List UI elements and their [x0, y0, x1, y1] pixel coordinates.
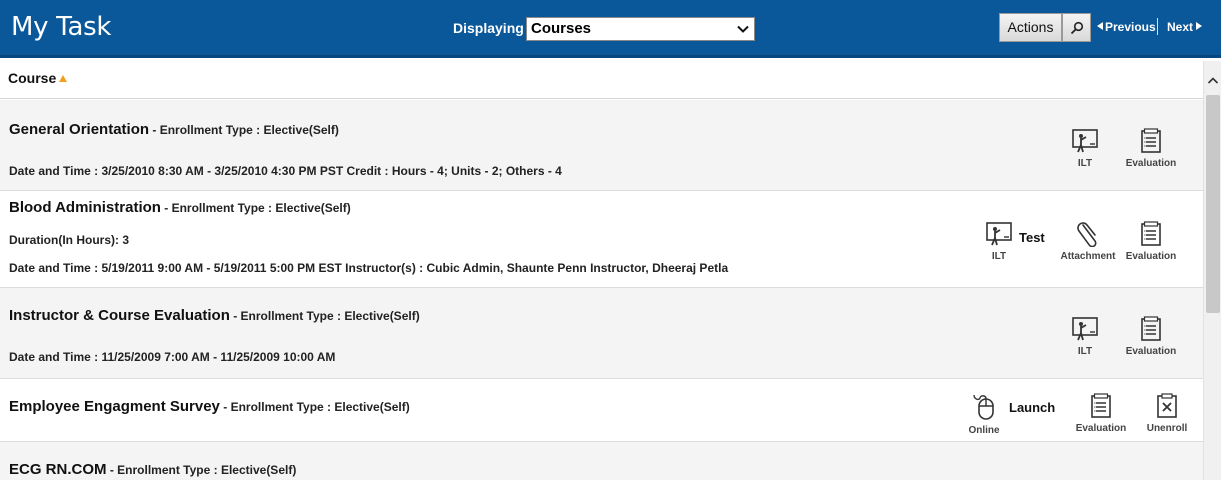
course-row: Employee Engagment Survey - Enrollment T… — [0, 379, 1203, 442]
page-title: My Task — [11, 12, 112, 42]
evaluation-icon — [1141, 316, 1161, 341]
course-column-header[interactable]: Course — [0, 61, 1203, 99]
unenroll-action[interactable]: Unenroll — [1142, 393, 1192, 434]
course-name[interactable]: Employee Engagment Survey — [9, 398, 220, 415]
mouse-icon — [973, 394, 994, 420]
unenroll-label: Unenroll — [1146, 423, 1188, 434]
next-label: Next — [1167, 20, 1194, 34]
scroll-up-icon[interactable] — [1207, 75, 1219, 87]
course-row: Instructor & Course Evaluation - Enrollm… — [0, 288, 1203, 379]
course-detail: Date and Time : 3/25/2010 8:30 AM - 3/25… — [9, 164, 562, 178]
previous-label: Previous — [1105, 20, 1156, 34]
online-label: Online — [968, 425, 1000, 436]
vertical-scrollbar[interactable] — [1203, 61, 1221, 480]
ilt-action[interactable]: ILT — [979, 221, 1019, 262]
evaluation-icon — [1141, 128, 1161, 153]
course-name[interactable]: ECG RN.COM — [9, 461, 107, 478]
previous-arrow-icon — [1097, 22, 1103, 30]
search-icon — [1070, 21, 1084, 35]
paperclip-icon — [1077, 222, 1097, 247]
course-row: ECG RN.COM - Enrollment Type : Elective(… — [0, 442, 1203, 480]
evaluation-action[interactable]: Evaluation — [1120, 316, 1182, 357]
evaluation-label: Evaluation — [1125, 346, 1177, 357]
evaluation-icon — [1091, 393, 1111, 418]
nav-divider — [1157, 18, 1158, 35]
evaluation-label: Evaluation — [1075, 423, 1127, 434]
ilt-action[interactable]: ILT — [1065, 316, 1105, 357]
displaying-label: Displaying — [453, 20, 524, 36]
ilt-label: ILT — [991, 251, 1007, 262]
unenroll-icon — [1157, 393, 1177, 418]
ilt-action[interactable]: ILT — [1065, 128, 1105, 169]
course-detail: Duration(In Hours): 3 — [9, 233, 129, 247]
evaluation-action[interactable]: Evaluation — [1120, 128, 1182, 169]
course-detail: Date and Time : 11/25/2009 7:00 AM - 11/… — [9, 350, 336, 364]
enrollment-type: - Enrollment Type : Elective(Self) — [149, 123, 339, 137]
course-name[interactable]: Instructor & Course Evaluation — [9, 307, 230, 324]
displaying-select[interactable]: Courses — [526, 17, 755, 41]
ilt-label: ILT — [1077, 158, 1093, 169]
online-action[interactable]: Online — [962, 393, 1006, 436]
attachment-action[interactable]: Attachment — [1058, 221, 1118, 262]
actions-button[interactable]: Actions — [999, 13, 1062, 42]
course-detail: Date and Time : 5/19/2011 9:00 AM - 5/19… — [9, 261, 729, 275]
displaying-select-value: Courses — [531, 20, 592, 37]
evaluation-icon — [1141, 221, 1161, 246]
ilt-icon — [986, 222, 1012, 246]
scrollbar-thumb[interactable] — [1206, 95, 1220, 313]
enrollment-type: - Enrollment Type : Elective(Self) — [106, 463, 297, 477]
enrollment-type: - Enrollment Type : Elective(Self) — [160, 201, 351, 215]
test-link[interactable]: Test — [1019, 230, 1045, 245]
chevron-down-icon — [737, 25, 749, 33]
ilt-label: ILT — [1077, 346, 1093, 357]
course-row: Blood Administration - Enrollment Type :… — [0, 191, 1203, 288]
previous-link[interactable]: Previous — [1097, 20, 1156, 34]
next-link[interactable]: Next — [1167, 20, 1203, 34]
evaluation-action[interactable]: Evaluation — [1120, 221, 1182, 262]
course-name[interactable]: Blood Administration — [9, 199, 161, 216]
ilt-icon — [1072, 129, 1098, 153]
sort-ascending-icon — [59, 75, 67, 82]
next-arrow-icon — [1196, 22, 1203, 30]
evaluation-label: Evaluation — [1125, 158, 1177, 169]
launch-link[interactable]: Launch — [1009, 400, 1055, 415]
enrollment-type: - Enrollment Type : Elective(Self) — [229, 309, 420, 323]
app-header: My Task Displaying Courses Actions Previ… — [0, 0, 1221, 58]
course-name[interactable]: General Orientation — [9, 121, 149, 138]
search-button[interactable] — [1062, 13, 1091, 42]
ilt-icon — [1072, 317, 1098, 341]
evaluation-action[interactable]: Evaluation — [1070, 393, 1132, 434]
evaluation-label: Evaluation — [1125, 251, 1177, 262]
course-column-label: Course — [8, 70, 57, 86]
enrollment-type: - Enrollment Type : Elective(Self) — [219, 400, 410, 414]
course-row: General Orientation - Enrollment Type : … — [0, 100, 1203, 191]
attachment-label: Attachment — [1060, 251, 1116, 262]
